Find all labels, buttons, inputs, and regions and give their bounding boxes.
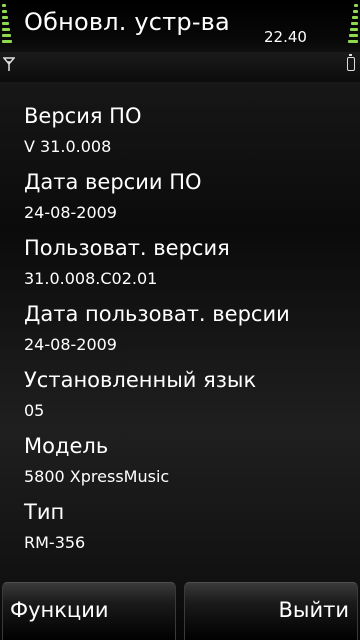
clock: 22.40 (264, 28, 307, 46)
device-screen: Обновл. устр-ва 22.40 Версия ПО V 31.0.0… (0, 0, 360, 640)
left-level-indicator-icon (2, 2, 14, 46)
options-softkey[interactable]: Функции (2, 582, 176, 640)
item-value: RM-356 (24, 533, 86, 552)
info-item-custom-version: Пользоват. версия 31.0.008.C02.01 (24, 228, 360, 294)
item-label: Пользоват. версия (24, 236, 230, 260)
antenna-icon (3, 57, 15, 71)
item-value: 05 (24, 401, 45, 420)
status-bar (0, 52, 360, 82)
battery-icon (347, 54, 355, 71)
title-bar: Обновл. устр-ва 22.40 (0, 0, 360, 52)
right-level-indicator-icon (346, 2, 358, 46)
item-value: 5800 XpressMusic (24, 467, 170, 486)
info-item-language: Установленный язык 05 (24, 360, 360, 426)
info-item-model: Модель 5800 XpressMusic (24, 426, 360, 492)
item-label: Версия ПО (24, 104, 142, 128)
item-label: Дата версии ПО (24, 170, 202, 194)
item-value: 24-08-2009 (24, 203, 117, 222)
info-item-software-version: Версия ПО V 31.0.008 (24, 96, 360, 162)
info-item-type: Тип RM-356 (24, 492, 360, 558)
item-value: 31.0.008.C02.01 (24, 269, 158, 288)
info-item-software-date: Дата версии ПО 24-08-2009 (24, 162, 360, 228)
device-info-list: Версия ПО V 31.0.008 Дата версии ПО 24-0… (0, 96, 360, 558)
item-label: Установленный язык (24, 368, 257, 392)
info-item-custom-version-date: Дата пользоват. версии 24-08-2009 (24, 294, 360, 360)
item-value: V 31.0.008 (24, 137, 112, 156)
page-title: Обновл. устр-ва (24, 8, 230, 36)
item-value: 24-08-2009 (24, 335, 117, 354)
item-label: Дата пользоват. версии (24, 302, 290, 326)
exit-softkey[interactable]: Выйти (184, 582, 358, 640)
item-label: Тип (24, 500, 65, 524)
item-label: Модель (24, 434, 109, 458)
